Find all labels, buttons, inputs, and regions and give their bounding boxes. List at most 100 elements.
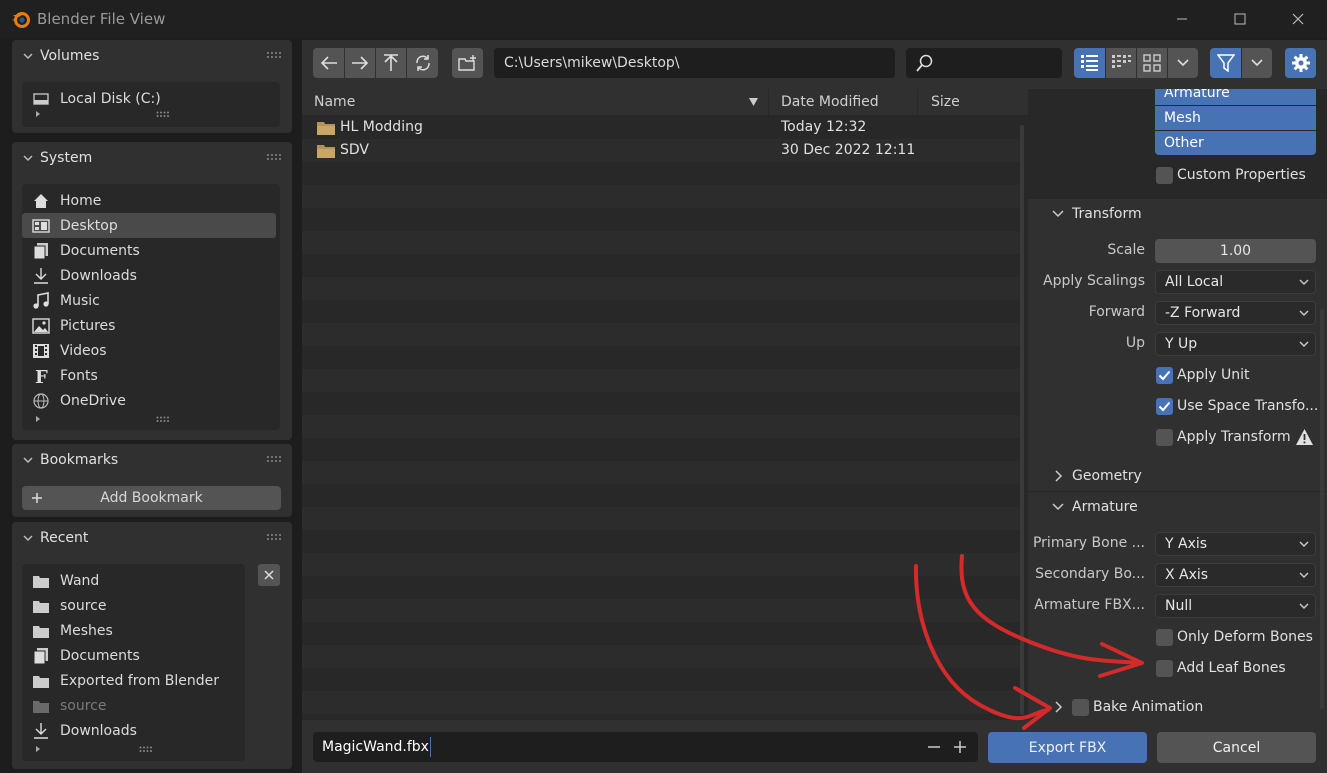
parent-directory-button[interactable] <box>376 48 406 78</box>
bookmarks-header[interactable]: Bookmarks <box>12 444 292 476</box>
sidebar-item-downloads[interactable]: Downloads <box>22 263 276 288</box>
apply-unit-checkbox[interactable] <box>1156 367 1173 384</box>
empty-row <box>302 369 1020 392</box>
armature-section-header[interactable]: Armature <box>1028 492 1327 522</box>
sidebar-item-onedrive[interactable]: OneDrive <box>22 388 276 413</box>
dropdown-value: X Axis <box>1165 567 1209 583</box>
sidebar-item-music[interactable]: Music <box>22 288 276 313</box>
primary-bone-axis-dropdown[interactable]: Y Axis <box>1155 532 1316 556</box>
resize-grip-icon[interactable] <box>139 746 153 753</box>
sidebar-item-label: Home <box>60 192 102 209</box>
transform-section-header[interactable]: Transform <box>1028 199 1327 229</box>
object-type-armature[interactable]: Armature <box>1155 89 1316 105</box>
only-deform-bones-checkbox[interactable] <box>1156 629 1173 646</box>
directory-path-field[interactable]: C:\Users\mikew\Desktop\ <box>494 48 895 78</box>
volumes-panel: Volumes Local Disk (C:) <box>12 40 292 133</box>
recent-item[interactable]: Meshes <box>22 618 245 643</box>
minus-icon[interactable] <box>928 742 940 752</box>
sidebar-item-local-disk[interactable]: Local Disk (C:) <box>22 86 280 111</box>
display-settings-dropdown[interactable] <box>1168 48 1198 78</box>
bake-animation-checkbox[interactable] <box>1072 698 1089 716</box>
plus-icon[interactable] <box>954 741 966 753</box>
forward-button[interactable] <box>345 48 375 78</box>
sidebar-item-fonts[interactable]: F Fonts <box>22 363 276 388</box>
sidebar-item-pictures[interactable]: Pictures <box>22 313 276 338</box>
filter-toggle-button[interactable] <box>1210 48 1241 78</box>
object-type-other[interactable]: Other <box>1155 131 1316 155</box>
cancel-button-label: Cancel <box>1212 739 1261 756</box>
use-space-transform-checkbox[interactable] <box>1156 398 1173 415</box>
geometry-section-header[interactable]: Geometry <box>1028 461 1327 491</box>
forward-label: Forward <box>1088 304 1145 320</box>
recent-item[interactable]: Exported from Blender <box>22 668 245 693</box>
filename-input[interactable]: MagicWand.fbx <box>313 732 978 762</box>
bake-animation-section-header[interactable]: Bake Animation <box>1028 692 1327 720</box>
back-button[interactable] <box>313 48 344 78</box>
recent-item[interactable]: Wand <box>22 568 245 593</box>
add-bookmark-button[interactable]: Add Bookmark <box>22 486 281 510</box>
horizontal-list-view-button[interactable] <box>1106 48 1136 78</box>
recent-item[interactable]: source <box>22 693 245 718</box>
primary-bone-axis-label: Primary Bone ... <box>1032 535 1145 551</box>
new-folder-button[interactable] <box>452 48 483 78</box>
column-header-date[interactable]: Date Modified <box>769 89 917 115</box>
chevron-right-icon <box>1055 470 1063 482</box>
armature-fbx-node-dropdown[interactable]: Null <box>1155 594 1316 618</box>
resize-grip-icon[interactable] <box>156 111 170 118</box>
file-row[interactable]: HL Modding Today 12:32 <box>302 116 1020 139</box>
recent-item[interactable]: Documents <box>22 643 245 668</box>
up-dropdown[interactable]: Y Up <box>1155 332 1316 356</box>
close-window-button[interactable] <box>1269 0 1327 38</box>
dropdown-value: Y Up <box>1165 336 1198 352</box>
sidebar-item-desktop[interactable]: Desktop <box>22 213 276 238</box>
drag-grip-icon[interactable] <box>266 533 282 541</box>
expand-arrow-icon[interactable] <box>34 110 42 118</box>
refresh-button[interactable] <box>407 48 438 78</box>
add-bookmark-label: Add Bookmark <box>100 490 203 506</box>
expand-arrow-icon[interactable] <box>34 745 42 753</box>
custom-properties-checkbox[interactable] <box>1156 167 1173 184</box>
folder-icon <box>317 122 335 135</box>
maximize-icon <box>1234 13 1246 25</box>
directory-path-text: C:\Users\mikew\Desktop\ <box>504 55 680 71</box>
recent-header[interactable]: Recent <box>12 522 292 554</box>
volumes-header[interactable]: Volumes <box>12 40 292 72</box>
file-list-scrollbar[interactable] <box>1020 125 1024 715</box>
scale-field[interactable]: 1.00 <box>1155 239 1316 263</box>
columns-view-icon <box>1112 55 1131 68</box>
apply-scalings-dropdown[interactable]: All Local <box>1155 270 1316 294</box>
options-scrollbar[interactable] <box>1320 309 1324 709</box>
sidebar-item-documents[interactable]: Documents <box>22 238 276 263</box>
forward-dropdown[interactable]: -Z Forward <box>1155 301 1316 325</box>
clear-recent-button[interactable] <box>258 564 280 586</box>
recent-item[interactable]: Downloads <box>22 718 245 743</box>
system-header[interactable]: System <box>12 142 292 174</box>
drag-grip-icon[interactable] <box>266 153 282 161</box>
filter-settings-dropdown[interactable] <box>1242 48 1272 78</box>
resize-grip-icon[interactable] <box>156 416 170 423</box>
drag-grip-icon[interactable] <box>266 455 282 463</box>
arrow-left-icon <box>320 56 337 70</box>
vertical-list-view-button[interactable] <box>1074 48 1105 78</box>
column-header-size[interactable]: Size <box>918 89 1028 115</box>
file-row[interactable]: SDV 30 Dec 2022 12:11 <box>302 139 1020 162</box>
recent-item[interactable]: source <box>22 593 245 618</box>
sidebar-item-home[interactable]: Home <box>22 188 276 213</box>
search-input[interactable] <box>906 48 1062 78</box>
panel-title: Recent <box>40 530 89 546</box>
maximize-button[interactable] <box>1211 0 1269 38</box>
minimize-button[interactable] <box>1153 0 1211 38</box>
add-leaf-bones-checkbox[interactable] <box>1156 660 1173 677</box>
sidebar-item-videos[interactable]: Videos <box>22 338 276 363</box>
column-header-name[interactable]: Name <box>302 89 768 115</box>
drag-grip-icon[interactable] <box>266 51 282 59</box>
apply-transform-checkbox[interactable] <box>1156 429 1173 446</box>
secondary-bone-axis-dropdown[interactable]: X Axis <box>1155 563 1316 587</box>
object-type-mesh[interactable]: Mesh <box>1155 106 1316 130</box>
expand-arrow-icon[interactable] <box>34 415 42 423</box>
cancel-button[interactable]: Cancel <box>1157 732 1316 763</box>
options-toggle-button[interactable] <box>1285 48 1316 78</box>
thumbnail-view-button[interactable] <box>1137 48 1167 78</box>
chevron-down-icon <box>1299 279 1309 285</box>
export-fbx-button[interactable]: Export FBX <box>988 732 1147 763</box>
